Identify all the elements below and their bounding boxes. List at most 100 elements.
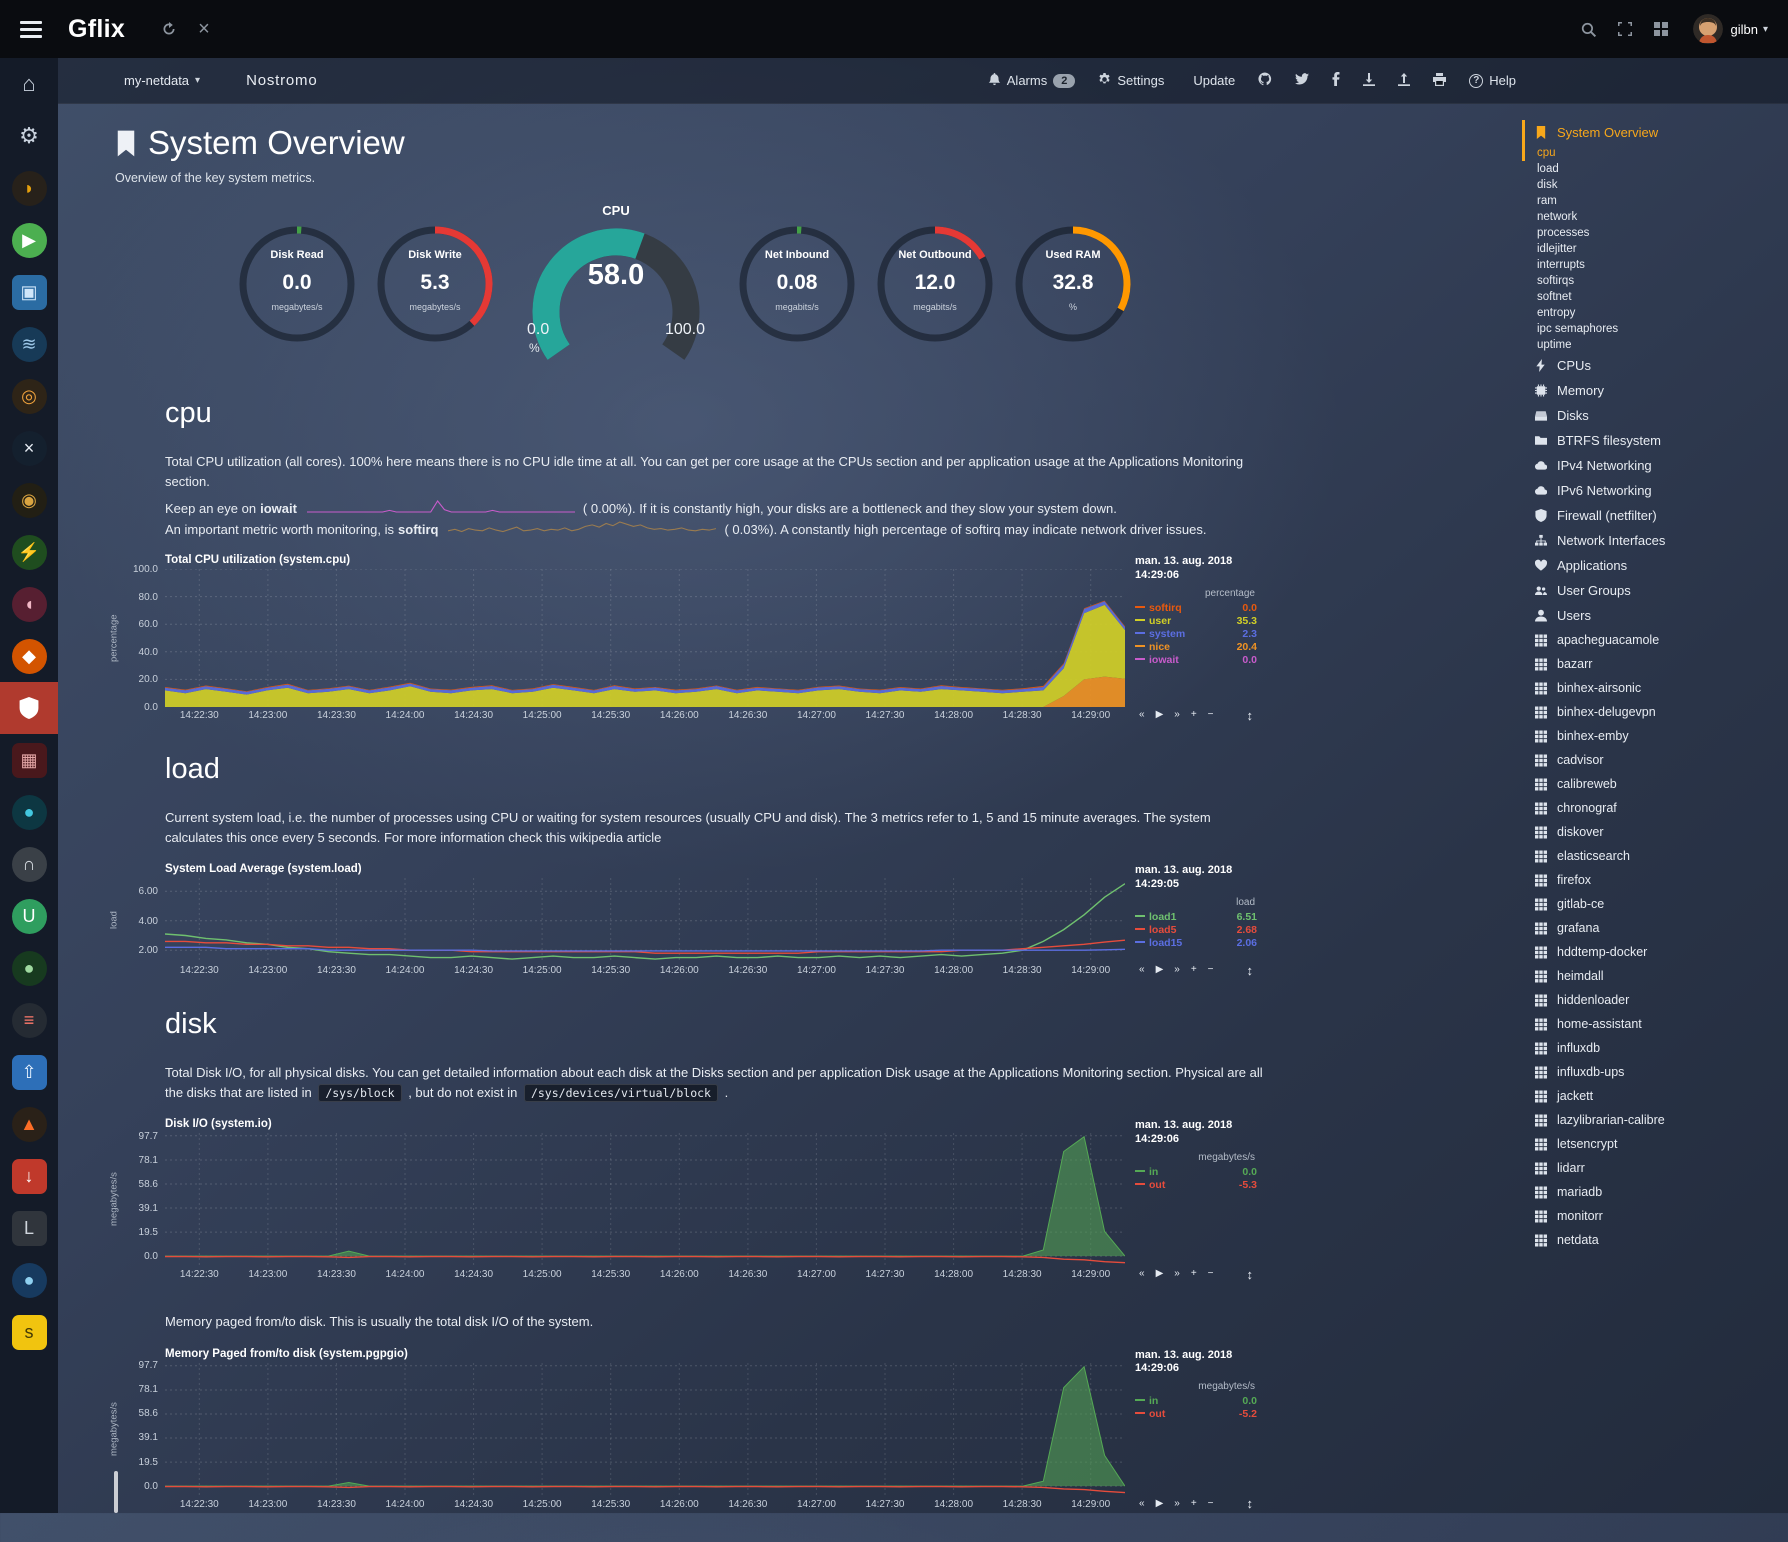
gitlab-fox-app-icon[interactable]: ▲ — [0, 1098, 58, 1150]
menu-subitem-processes[interactable]: processes — [1522, 225, 1780, 241]
menu-item-gitlab-ce[interactable]: gitlab-ce — [1522, 892, 1780, 916]
menu-item-chronograf[interactable]: chronograf — [1522, 796, 1780, 820]
legend-series-load15[interactable]: load152.06 — [1135, 937, 1257, 950]
gauge-disk-write[interactable]: Disk Write5.3megabytes/s — [373, 222, 497, 346]
menu-item-bazarr[interactable]: bazarr — [1522, 652, 1780, 676]
lazy-app-icon[interactable]: L — [0, 1202, 58, 1254]
menu-subitem-entropy[interactable]: entropy — [1522, 305, 1780, 321]
blue-drop-app-icon[interactable]: ● — [0, 1254, 58, 1306]
close-tab-icon[interactable]: × — [198, 19, 210, 39]
fullscreen-icon[interactable] — [1618, 22, 1632, 36]
green-u-app-icon[interactable]: U — [0, 890, 58, 942]
chart-zoom-out-button[interactable]: − — [1208, 710, 1214, 720]
chart-zoom-in-button[interactable]: + — [1191, 1499, 1197, 1509]
chart-resize-handle[interactable]: ↕ — [1247, 1497, 1254, 1510]
chart-resize-handle[interactable]: ↕ — [1247, 1268, 1254, 1281]
search-icon[interactable] — [1581, 22, 1596, 37]
menu-subitem-softnet[interactable]: softnet — [1522, 289, 1780, 305]
menu-item-applications[interactable]: Applications — [1522, 553, 1780, 578]
legend-series-system[interactable]: system2.3 — [1135, 628, 1257, 641]
gauge-disk-read[interactable]: Disk Read0.0megabytes/s — [235, 222, 359, 346]
menu-subitem-cpu[interactable]: cpu — [1522, 145, 1780, 161]
legend-series-user[interactable]: user35.3 — [1135, 615, 1257, 628]
menu-item-cadvisor[interactable]: cadvisor — [1522, 748, 1780, 772]
red-lines-app-icon[interactable]: ≡ — [0, 994, 58, 1046]
chart-resize-handle[interactable]: ↕ — [1247, 709, 1254, 722]
menu-subitem-uptime[interactable]: uptime — [1522, 337, 1780, 353]
menu-subitem-interrupts[interactable]: interrupts — [1522, 257, 1780, 273]
chart-rewind-button[interactable]: « — [1139, 1269, 1145, 1279]
menu-item-users[interactable]: Users — [1522, 603, 1780, 628]
gauge-net-outbound[interactable]: Net Outbound12.0megabits/s — [873, 222, 997, 346]
gauge-cpu[interactable]: CPU58.00.0100.0% — [511, 203, 721, 365]
chart-canvas[interactable] — [165, 569, 1125, 707]
menu-item-ipv4-networking[interactable]: IPv4 Networking — [1522, 453, 1780, 478]
menu-item-hiddenloader[interactable]: hiddenloader — [1522, 988, 1780, 1012]
chart-play-button[interactable]: ▶ — [1156, 710, 1164, 720]
legend-series-nice[interactable]: nice20.4 — [1135, 641, 1257, 654]
chart-fast-forward-button[interactable]: » — [1174, 965, 1180, 975]
chart-fast-forward-button[interactable]: » — [1174, 710, 1180, 720]
menu-subitem-ram[interactable]: ram — [1522, 193, 1780, 209]
hamburger-menu-icon[interactable] — [16, 17, 46, 42]
chart-zoom-in-button[interactable]: + — [1191, 965, 1197, 975]
menu-item-heimdall[interactable]: heimdall — [1522, 964, 1780, 988]
red-download-app-icon[interactable]: ↓ — [0, 1150, 58, 1202]
user-menu[interactable]: gilbn ▾ — [1731, 22, 1769, 37]
legend-series-in[interactable]: in0.0 — [1135, 1395, 1257, 1408]
amber-dot-app-icon[interactable]: ◉ — [0, 474, 58, 526]
chart-fast-forward-button[interactable]: » — [1174, 1269, 1180, 1279]
chart-canvas[interactable] — [165, 1133, 1125, 1266]
menu-item-hddtemp-docker[interactable]: hddtemp-docker — [1522, 940, 1780, 964]
legend-series-in[interactable]: in0.0 — [1135, 1166, 1257, 1179]
menu-item-disks[interactable]: Disks — [1522, 403, 1780, 428]
dark-x-app-icon[interactable]: × — [0, 422, 58, 474]
menu-item-netdata[interactable]: netdata — [1522, 1228, 1780, 1252]
menu-item-binhex-emby[interactable]: binhex-emby — [1522, 724, 1780, 748]
legend-series-iowait[interactable]: iowait0.0 — [1135, 654, 1257, 667]
menu-item-cpus[interactable]: CPUs — [1522, 353, 1780, 378]
dark-green-dot-app-icon[interactable]: ● — [0, 942, 58, 994]
shield-app-icon[interactable] — [0, 682, 58, 734]
menu-item-monitorr[interactable]: monitorr — [1522, 1204, 1780, 1228]
chart-resize-handle[interactable]: ↕ — [1247, 964, 1254, 977]
menu-subitem-idlejitter[interactable]: idlejitter — [1522, 241, 1780, 257]
menu-item-memory[interactable]: Memory — [1522, 378, 1780, 403]
menu-item-firefox[interactable]: firefox — [1522, 868, 1780, 892]
blue-upload-app-icon[interactable]: ⇧ — [0, 1046, 58, 1098]
menu-item-letsencrypt[interactable]: letsencrypt — [1522, 1132, 1780, 1156]
settings-button[interactable]: Settings — [1098, 73, 1164, 89]
menu-item-grafana[interactable]: grafana — [1522, 916, 1780, 940]
green-play-app-icon[interactable]: ▶ — [0, 214, 58, 266]
upload-icon[interactable] — [1398, 73, 1410, 89]
menu-item-influxdb-ups[interactable]: influxdb-ups — [1522, 1060, 1780, 1084]
help-button[interactable]: ?Help — [1469, 73, 1516, 88]
menu-item-binhex-airsonic[interactable]: binhex-airsonic — [1522, 676, 1780, 700]
menu-item-mariadb[interactable]: mariadb — [1522, 1180, 1780, 1204]
menu-item-lazylibrarian-calibre[interactable]: lazylibrarian-calibre — [1522, 1108, 1780, 1132]
chart-zoom-out-button[interactable]: − — [1208, 1269, 1214, 1279]
update-button[interactable]: Update — [1187, 73, 1235, 88]
host-dropdown[interactable]: my-netdata ▾ — [124, 73, 200, 88]
plex-app-icon[interactable]: ◗ — [0, 162, 58, 214]
chart-play-button[interactable]: ▶ — [1156, 965, 1164, 975]
legend-series-load5[interactable]: load52.68 — [1135, 924, 1257, 937]
menu-item-apacheguacamole[interactable]: apacheguacamole — [1522, 628, 1780, 652]
download-icon[interactable] — [1363, 73, 1375, 89]
menu-item-ipv6-networking[interactable]: IPv6 Networking — [1522, 478, 1780, 503]
chart-zoom-out-button[interactable]: − — [1208, 965, 1214, 975]
teal-dot-app-icon[interactable]: ● — [0, 786, 58, 838]
chart-rewind-button[interactable]: « — [1139, 965, 1145, 975]
menu-item-jackett[interactable]: jackett — [1522, 1084, 1780, 1108]
menu-item-user-groups[interactable]: User Groups — [1522, 578, 1780, 603]
legend-series-load1[interactable]: load16.51 — [1135, 911, 1257, 924]
green-bolt-app-icon[interactable]: ⚡ — [0, 526, 58, 578]
legend-series-out[interactable]: out-5.3 — [1135, 1179, 1257, 1192]
gauge-used-ram[interactable]: Used RAM32.8% — [1011, 222, 1135, 346]
print-icon[interactable] — [1433, 73, 1446, 89]
settings-gear-icon[interactable]: ⚙ — [0, 110, 58, 162]
menu-item-network-interfaces[interactable]: Network Interfaces — [1522, 528, 1780, 553]
chart-rewind-button[interactable]: « — [1139, 710, 1145, 720]
chart-fast-forward-button[interactable]: » — [1174, 1499, 1180, 1509]
facebook-icon[interactable] — [1332, 72, 1340, 89]
